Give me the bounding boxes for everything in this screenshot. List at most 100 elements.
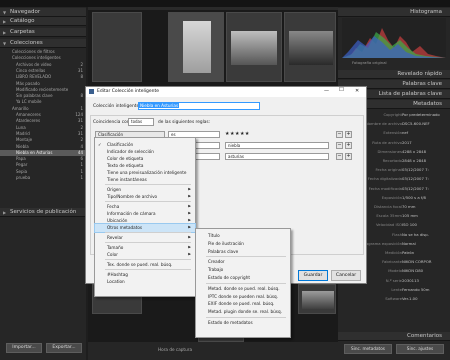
import-button[interactable]: Importar... xyxy=(6,343,42,353)
menu-item-label: Metad. donde se pued. real. búsq. xyxy=(208,285,280,291)
menu-separator xyxy=(105,232,191,233)
menu-item[interactable]: Creador xyxy=(196,258,290,266)
menu-item-label: Ubicación xyxy=(107,218,128,223)
menu-separator xyxy=(206,317,286,318)
export-button[interactable]: Exportar... xyxy=(46,343,82,353)
close-icon[interactable]: ✕ xyxy=(355,88,359,94)
grid-thumb[interactable] xyxy=(226,12,282,82)
collection-item[interactable]: Madrid 31 xyxy=(0,131,86,137)
metadata-value: 2848 x 2848 xyxy=(402,158,426,163)
metadata-value: NIKON CORPOR xyxy=(402,259,432,265)
rule3-remove-button[interactable]: − xyxy=(336,153,343,160)
collection-item[interactable]: Amarillo 1 xyxy=(0,106,86,112)
sync-settings-button[interactable]: Sinc. ajustes xyxy=(396,344,444,354)
menu-item[interactable]: IPTC donde se pueden real. búsq. xyxy=(196,293,290,301)
collapse-triangle-icon: ▼ xyxy=(3,41,7,46)
collection-item[interactable]: Ya LC mobile xyxy=(0,99,86,105)
collection-item[interactable]: LIBRO REVELADO 8 xyxy=(0,74,86,80)
collection-item[interactable]: Luna 2 xyxy=(0,125,86,131)
minimize-icon[interactable]: — xyxy=(324,88,329,94)
rule2-value: niebla xyxy=(228,143,241,148)
match-select[interactable]: todas xyxy=(128,118,154,126)
rule1-add-button[interactable]: + xyxy=(345,131,352,138)
histogram-header[interactable]: Histograma xyxy=(338,8,450,17)
collection-item[interactable]: Colecciones de filtros xyxy=(0,49,86,55)
collection-item[interactable]: Cinco estrellas 31 xyxy=(0,68,86,74)
save-button[interactable]: Guardar xyxy=(298,270,328,281)
collection-item-label: Montaje xyxy=(16,137,33,143)
cancel-button[interactable]: Cancelar xyxy=(331,270,361,281)
menu-item[interactable]: Color ▶ xyxy=(95,251,195,259)
menu-item-label: Tiene una previsualización inteligente xyxy=(107,170,187,175)
menu-item[interactable]: Metad. donde se pued. real. búsq. xyxy=(196,285,290,293)
rule1-rating-stars[interactable]: ★★★★★ xyxy=(225,131,250,137)
other-metadata-submenu: Título Pie de ilustración Palabras clave Cr… xyxy=(195,228,291,338)
rule2-value-input[interactable]: niebla xyxy=(225,142,329,149)
navigator-header[interactable]: ▼ Navegador xyxy=(0,8,86,17)
grid-thumb[interactable] xyxy=(284,12,336,82)
collection-item-count: 1 xyxy=(80,105,83,111)
collection-item[interactable]: prueba 1 xyxy=(0,175,86,181)
collection-item[interactable]: Colecciones inteligentes xyxy=(0,55,86,61)
rule3-add-button[interactable]: + xyxy=(345,153,352,160)
menu-item[interactable]: Estado de copyright xyxy=(196,274,290,282)
sort-label[interactable]: Hora de captura xyxy=(158,347,192,352)
menu-item[interactable]: Título xyxy=(196,232,290,240)
menu-item[interactable]: Pie de ilustración xyxy=(196,240,290,248)
collection-item[interactable]: Archivos de vídeo 2 xyxy=(0,62,86,68)
publish-services-title: Servicios de publicación xyxy=(10,209,77,215)
grid-thumb[interactable] xyxy=(298,284,336,314)
menu-item[interactable]: Tiene instantáneas xyxy=(95,176,195,184)
menu-item[interactable]: Otros metadatos ▶ xyxy=(94,223,196,233)
collection-item[interactable]: Más pasado xyxy=(0,81,86,87)
top-strip xyxy=(0,0,450,7)
menu-item[interactable]: Metad. plugin donde se. real. búsq. xyxy=(196,308,290,316)
collection-item-count: 1 xyxy=(80,162,83,168)
menu-item[interactable]: Trabajo xyxy=(196,266,290,274)
collection-item-label: Niebla en Asturias xyxy=(16,149,53,155)
grid-thumb[interactable] xyxy=(92,12,142,82)
collection-item[interactable]: Pegar 1 xyxy=(0,162,86,168)
metadata-value: No se ha disp. xyxy=(402,231,429,237)
menu-item[interactable]: Estado de metadatos xyxy=(196,319,290,327)
collections-header[interactable]: ▼ Colecciones xyxy=(0,39,86,48)
collection-name-label: Colección inteligente: xyxy=(93,104,141,109)
catalog-header[interactable]: ▶ Catálogo xyxy=(0,17,86,26)
collection-item[interactable]: Papa 6 xyxy=(0,156,86,162)
collection-item[interactable]: Sepia 1 xyxy=(0,169,86,175)
photo-landscape xyxy=(302,291,334,309)
rule2-remove-button[interactable]: − xyxy=(336,142,343,149)
collection-item[interactable]: Modificado recientemente xyxy=(0,87,86,93)
menu-item[interactable]: Tex. donde se pued. real. búsq. xyxy=(95,261,195,269)
comments-header[interactable]: Comentarios xyxy=(338,332,450,341)
collection-item[interactable]: Sin palabras clave 8 xyxy=(0,93,86,99)
rule2-add-button[interactable]: + xyxy=(345,142,352,149)
menu-item[interactable]: Tipo/Nombre de archivo ▶ xyxy=(95,193,195,201)
collection-item[interactable]: Montaje 2 xyxy=(0,137,86,143)
sync-metadata-button[interactable]: Sinc. metadatos xyxy=(344,344,392,354)
collection-item-count: 124 xyxy=(75,112,83,117)
menu-item[interactable]: Revelar ▶ xyxy=(95,234,195,242)
menu-item-label: Clasificación xyxy=(107,142,134,147)
publish-services-header[interactable]: ▶ Servicios de publicación xyxy=(0,208,86,217)
metadata-value: 105 mm xyxy=(402,213,418,219)
collection-item[interactable]: Niebla 4 xyxy=(0,144,86,150)
menu-item[interactable]: Palabras clave xyxy=(196,248,290,256)
rule1-remove-button[interactable]: − xyxy=(336,131,343,138)
quick-develop-header[interactable]: Revelado rápido xyxy=(338,70,450,79)
collection-item[interactable]: Atardeceres 31 xyxy=(0,118,86,124)
collection-item[interactable]: Niebla en Asturias 44 xyxy=(0,149,86,156)
menu-item-label: Metad. plugin donde se. real. búsq. xyxy=(208,309,282,315)
maximize-icon[interactable]: ☐ xyxy=(339,87,344,93)
grid-thumb[interactable] xyxy=(168,12,224,82)
collection-name-input[interactable]: Niebla en Asturias xyxy=(138,102,260,110)
menu-item[interactable]: Location xyxy=(95,278,195,286)
menu-separator xyxy=(105,259,191,260)
collection-item-label: Archivos de vídeo xyxy=(16,61,52,67)
menu-item[interactable]: EXIF donde se pued. real. búsq. xyxy=(196,300,290,308)
folders-header[interactable]: ▶ Carpetas xyxy=(0,28,86,37)
rule3-value-input[interactable]: asturias xyxy=(225,153,329,160)
collection-item[interactable]: Amaneceres 124 xyxy=(0,112,86,118)
collection-item-count: 2 xyxy=(80,61,83,67)
menu-separator xyxy=(105,184,191,185)
